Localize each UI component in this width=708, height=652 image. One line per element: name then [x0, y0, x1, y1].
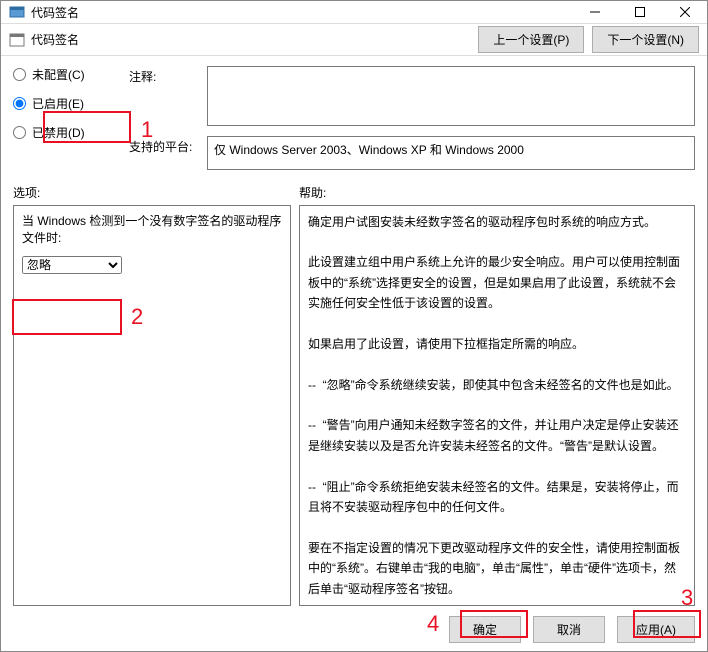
app-icon — [9, 4, 25, 20]
platform-row: 支持的平台: 仅 Windows Server 2003、Windows XP … — [129, 136, 695, 170]
platform-label: 支持的平台: — [129, 136, 199, 170]
section-labels: 选项: 帮助: — [13, 184, 695, 201]
radio-disabled[interactable]: 已禁用(D) — [13, 124, 113, 141]
next-setting-button[interactable]: 下一个设置(N) — [592, 26, 699, 53]
top-section: 未配置(C) 已启用(E) 已禁用(D) 注释: 支持的平台: — [13, 66, 695, 170]
policy-icon — [9, 32, 25, 48]
radio-enabled-input[interactable] — [13, 97, 26, 110]
options-description: 当 Windows 检测到一个没有数字签名的驱动程序文件时: — [22, 212, 282, 246]
radio-unconfigured[interactable]: 未配置(C) — [13, 66, 113, 83]
radio-enabled[interactable]: 已启用(E) — [13, 95, 113, 112]
comment-textarea[interactable] — [207, 66, 695, 126]
toolbar: 代码签名 上一个设置(P) 下一个设置(N) — [1, 24, 707, 55]
fields-column: 注释: 支持的平台: 仅 Windows Server 2003、Windows… — [129, 66, 695, 170]
radio-unconfigured-input[interactable] — [13, 68, 26, 81]
content-area: 未配置(C) 已启用(E) 已禁用(D) 注释: 支持的平台: — [1, 56, 707, 651]
ok-button[interactable]: 确定 — [449, 616, 521, 643]
options-pane: 当 Windows 检测到一个没有数字签名的驱动程序文件时: 忽略 — [13, 205, 291, 606]
options-label: 选项: — [13, 184, 299, 201]
radio-disabled-label: 已禁用(D) — [32, 124, 85, 141]
prev-setting-button[interactable]: 上一个设置(P) — [478, 26, 584, 53]
platform-text: 仅 Windows Server 2003、Windows XP 和 Windo… — [207, 136, 695, 170]
state-radio-group: 未配置(C) 已启用(E) 已禁用(D) — [13, 66, 113, 170]
close-button[interactable] — [662, 1, 707, 23]
apply-button[interactable]: 应用(A) — [617, 616, 695, 643]
cancel-button[interactable]: 取消 — [533, 616, 605, 643]
behavior-dropdown[interactable]: 忽略 — [22, 256, 122, 274]
dialog-buttons: 确定 取消 应用(A) — [13, 606, 695, 643]
radio-disabled-input[interactable] — [13, 126, 26, 139]
comment-row: 注释: — [129, 66, 695, 126]
toolbar-title: 代码签名 — [31, 31, 478, 48]
dialog-window: 代码签名 代码签名 上一个设置(P) 下一个设置(N) 未配置(C) — [0, 0, 708, 652]
radio-unconfigured-label: 未配置(C) — [32, 66, 85, 83]
lower-panes: 当 Windows 检测到一个没有数字签名的驱动程序文件时: 忽略 确定用户试图… — [13, 205, 695, 606]
radio-enabled-label: 已启用(E) — [32, 95, 84, 112]
minimize-button[interactable] — [572, 1, 617, 23]
help-label: 帮助: — [299, 184, 326, 201]
help-pane: 确定用户试图安装未经数字签名的驱动程序包时系统的响应方式。 此设置建立组中用户系… — [299, 205, 695, 606]
maximize-button[interactable] — [617, 1, 662, 23]
window-title: 代码签名 — [31, 4, 572, 21]
titlebar: 代码签名 — [1, 1, 707, 24]
comment-label: 注释: — [129, 66, 199, 126]
